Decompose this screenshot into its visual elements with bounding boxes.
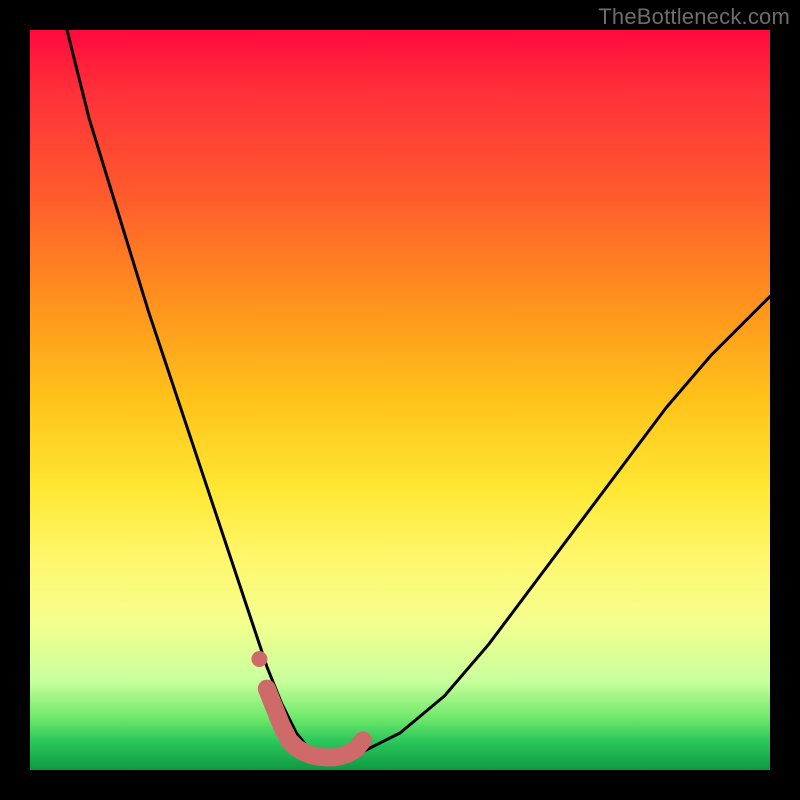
plot-area — [30, 30, 770, 770]
curve-svg — [30, 30, 770, 770]
chart-frame: TheBottleneck.com — [0, 0, 800, 800]
watermark-text: TheBottleneck.com — [598, 4, 790, 30]
bottleneck-curve — [67, 30, 770, 759]
